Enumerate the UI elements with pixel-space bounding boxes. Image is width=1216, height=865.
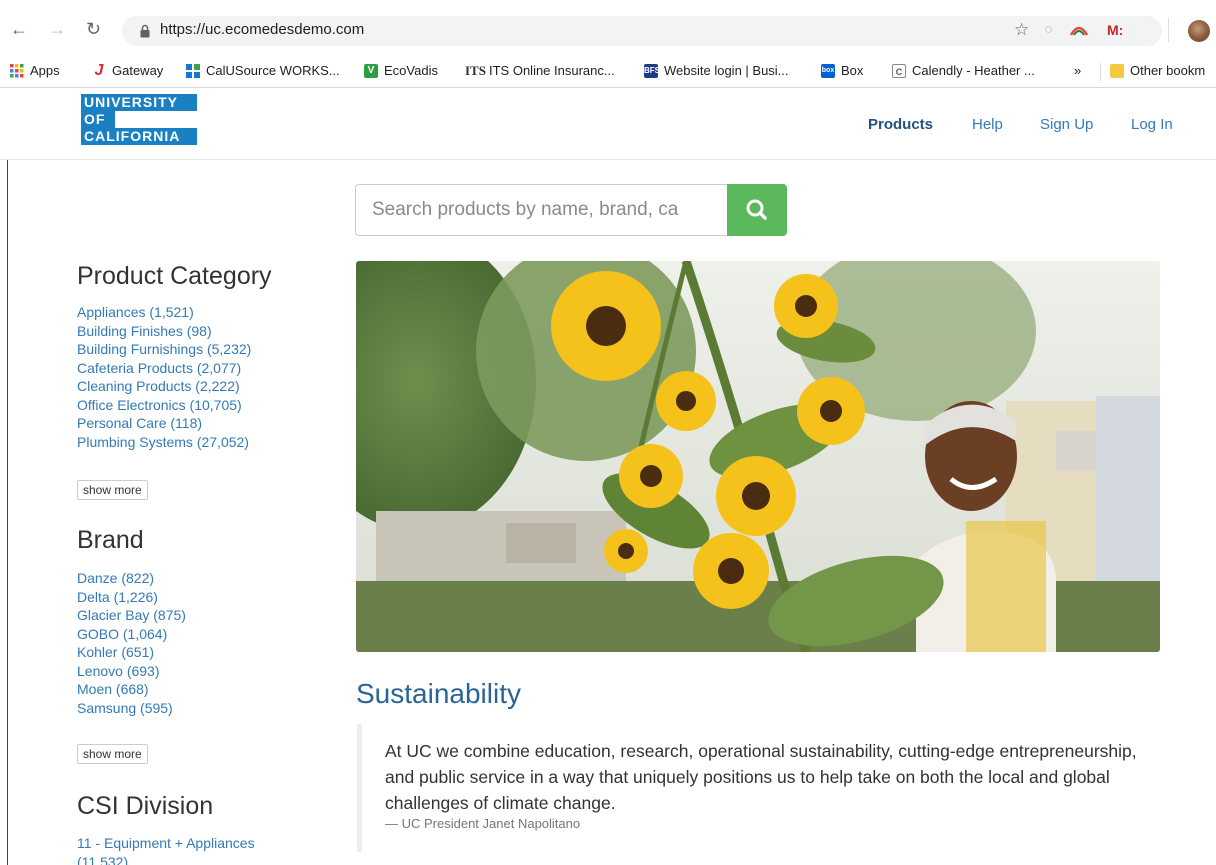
bookmark-label: Gateway [112,63,164,78]
facet-link[interactable]: Glacier Bay (875) [77,606,186,625]
facet-link[interactable]: Moen (668) [77,680,186,699]
hero-illustration [356,261,1160,652]
bookmark-label: Other bookm [1130,63,1206,78]
logo-line-university: UNIVERSITY [81,94,197,111]
search-icon [746,199,767,220]
facet-link[interactable]: (11,532) [77,853,255,865]
bookmark-box[interactable]: box Box [821,63,863,78]
category-show-more-button[interactable]: show more [77,480,148,500]
facet-link[interactable]: Cleaning Products (2,222) [77,377,251,396]
folder-icon [1110,63,1124,78]
extension-circle-icon[interactable]: ○ [1044,21,1053,39]
back-arrow-icon[interactable]: ← [10,20,28,38]
profile-avatar[interactable] [1188,20,1210,42]
president-quote: At UC we combine education, research, op… [357,724,1147,852]
bookmark-calusource[interactable]: CalUSource WORKS... [186,63,340,78]
bookmark-label: Calendly - Heather ... [912,63,1035,78]
csi-division-list: 11 - Equipment + Appliances (11,532) [77,834,255,865]
facet-link[interactable]: Kohler (651) [77,643,186,662]
bookmark-calendly[interactable]: C Calendly - Heather ... [892,63,1035,78]
facet-link[interactable]: Building Furnishings (5,232) [77,340,251,359]
bookmark-label: Box [841,63,864,78]
csi-division-title: CSI Division [77,792,214,820]
nav-sign-up[interactable]: Sign Up [1040,116,1093,133]
facet-link[interactable]: Personal Care (118) [77,414,251,433]
bookmark-gateway[interactable]: J Gateway [92,61,164,79]
nav-help[interactable]: Help [972,116,1003,133]
browser-chrome: ← → ↻ https://uc.ecomedesdemo.com ☆ ○ M:… [0,0,1216,88]
facet-link[interactable]: Lenovo (693) [77,662,186,681]
bfs-icon: BFS [644,63,660,78]
mail-extension-icon[interactable]: M: [1107,21,1123,39]
toolbar-divider [1168,18,1169,42]
nav-products[interactable]: Products [868,116,933,133]
bookmarks-overflow-chevron[interactable]: » [1074,63,1081,78]
quote-text: At UC we combine education, research, op… [385,741,1137,813]
bookmarks-divider [1100,63,1101,81]
ecovadis-icon: V [364,63,378,78]
calendly-icon: C [892,63,906,78]
facet-link[interactable]: Appliances (1,521) [77,303,251,322]
brand-list: Danze (822) Delta (1,226) Glacier Bay (8… [77,569,186,717]
bookmark-ecovadis[interactable]: V EcoVadis [364,63,438,78]
forward-arrow-icon[interactable]: → [48,20,66,38]
reload-icon[interactable]: ↻ [86,20,101,38]
url-text[interactable]: https://uc.ecomedesdemo.com [160,21,364,38]
facet-link[interactable]: Samsung (595) [77,699,186,718]
bookmark-other[interactable]: Other bookm [1110,63,1205,78]
address-bar-row: ← → ↻ https://uc.ecomedesdemo.com ☆ ○ M: [0,0,1216,56]
box-icon: box [821,63,835,78]
search-input[interactable] [356,185,727,235]
calusource-icon [186,63,200,78]
brand-show-more-button[interactable]: show more [77,744,148,764]
gateway-icon: J [94,61,104,79]
bookmark-label: EcoVadis [384,63,438,78]
facet-link[interactable]: Plumbing Systems (27,052) [77,433,251,452]
logo-line-california: CALIFORNIA [81,128,197,145]
extension-arc-icon[interactable] [1070,24,1088,36]
bookmark-label: CalUSource WORKS... [206,63,340,78]
bookmarks-bar: Apps J Gateway CalUSource WORKS... V Eco… [0,56,1216,86]
bookmark-label: » [1074,63,1082,78]
window-left-edge [7,160,8,865]
bookmark-label: ITS Online Insuranc... [489,63,615,78]
hero-image-sunflowers [356,261,1160,652]
uc-logo[interactable]: UNIVERSITY OF CALIFORNIA [81,94,197,145]
search-box [355,184,727,236]
facet-link[interactable]: Office Electronics (10,705) [77,396,251,415]
page-headline: Sustainability [356,678,521,709]
bookmark-bfs[interactable]: BFS Website login | Busi... [644,63,789,78]
facet-link[interactable]: GOBO (1,064) [77,625,186,644]
facet-link[interactable]: Danze (822) [77,569,186,588]
its-icon: ITS [465,62,486,78]
facet-link[interactable]: Delta (1,226) [77,588,186,607]
quote-citation: — UC President Janet Napolitano [385,816,581,831]
facet-link[interactable]: Cafeteria Products (2,077) [77,359,251,378]
bookmark-its[interactable]: ITS ITS Online Insuranc... [465,63,615,78]
facet-link[interactable]: Building Finishes (98) [77,322,251,341]
logo-line-of: OF [81,111,115,128]
facet-link[interactable]: 11 - Equipment + Appliances [77,834,255,853]
product-category-list: Appliances (1,521) Building Finishes (98… [77,303,251,451]
lock-icon [140,24,150,38]
product-category-title: Product Category [77,262,272,290]
nav-log-in[interactable]: Log In [1131,116,1173,133]
bookmark-label: Apps [30,63,60,78]
site-header: UNIVERSITY OF CALIFORNIA Products Help S… [0,88,1216,160]
bookmark-star-icon[interactable]: ☆ [1014,21,1029,39]
brand-title: Brand [77,526,144,554]
apps-grid-icon [10,63,24,77]
bookmark-label: Website login | Busi... [664,63,789,78]
bookmark-apps[interactable]: Apps [10,63,60,78]
search-button[interactable] [727,184,787,236]
